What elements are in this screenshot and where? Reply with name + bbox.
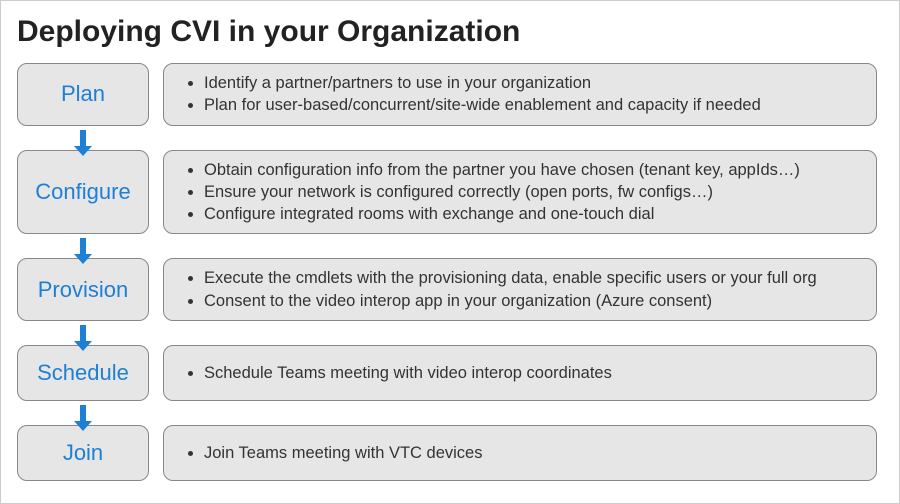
detail-item: Execute the cmdlets with the provisionin… bbox=[204, 267, 817, 289]
arrow-down-icon bbox=[80, 325, 86, 341]
detail-item: Obtain configuration info from the partn… bbox=[204, 159, 800, 181]
detail-item: Ensure your network is configured correc… bbox=[204, 181, 800, 203]
step-details-provision: Execute the cmdlets with the provisionin… bbox=[163, 258, 877, 321]
arrow-down-icon bbox=[80, 130, 86, 146]
page-title: Deploying CVI in your Organization bbox=[17, 15, 877, 49]
detail-item: Plan for user-based/concurrent/site-wide… bbox=[204, 94, 761, 116]
step-label-join: Join bbox=[17, 425, 149, 481]
detail-item: Schedule Teams meeting with video intero… bbox=[204, 362, 612, 384]
steps-flow: Plan Identify a partner/partners to use … bbox=[15, 63, 877, 481]
step-details-configure: Obtain configuration info from the partn… bbox=[163, 150, 877, 235]
step-row-join: Join Join Teams meeting with VTC devices bbox=[15, 425, 877, 481]
step-row-provision: Provision Execute the cmdlets with the p… bbox=[15, 258, 877, 321]
detail-item: Configure integrated rooms with exchange… bbox=[204, 203, 800, 225]
detail-item: Identify a partner/partners to use in yo… bbox=[204, 72, 761, 94]
step-label-schedule: Schedule bbox=[17, 345, 149, 401]
step-details-plan: Identify a partner/partners to use in yo… bbox=[163, 63, 877, 126]
step-label-configure: Configure bbox=[17, 150, 149, 235]
detail-item: Consent to the video interop app in your… bbox=[204, 290, 817, 312]
arrow-down-icon bbox=[80, 405, 86, 421]
step-row-plan: Plan Identify a partner/partners to use … bbox=[15, 63, 877, 126]
step-row-configure: Configure Obtain configuration info from… bbox=[15, 150, 877, 235]
arrow-row bbox=[15, 321, 877, 345]
arrow-row bbox=[15, 126, 877, 150]
detail-item: Join Teams meeting with VTC devices bbox=[204, 442, 482, 464]
step-label-provision: Provision bbox=[17, 258, 149, 321]
arrow-row bbox=[15, 234, 877, 258]
step-row-schedule: Schedule Schedule Teams meeting with vid… bbox=[15, 345, 877, 401]
step-details-schedule: Schedule Teams meeting with video intero… bbox=[163, 345, 877, 401]
arrow-row bbox=[15, 401, 877, 425]
arrow-down-icon bbox=[80, 238, 86, 254]
step-details-join: Join Teams meeting with VTC devices bbox=[163, 425, 877, 481]
step-label-plan: Plan bbox=[17, 63, 149, 126]
